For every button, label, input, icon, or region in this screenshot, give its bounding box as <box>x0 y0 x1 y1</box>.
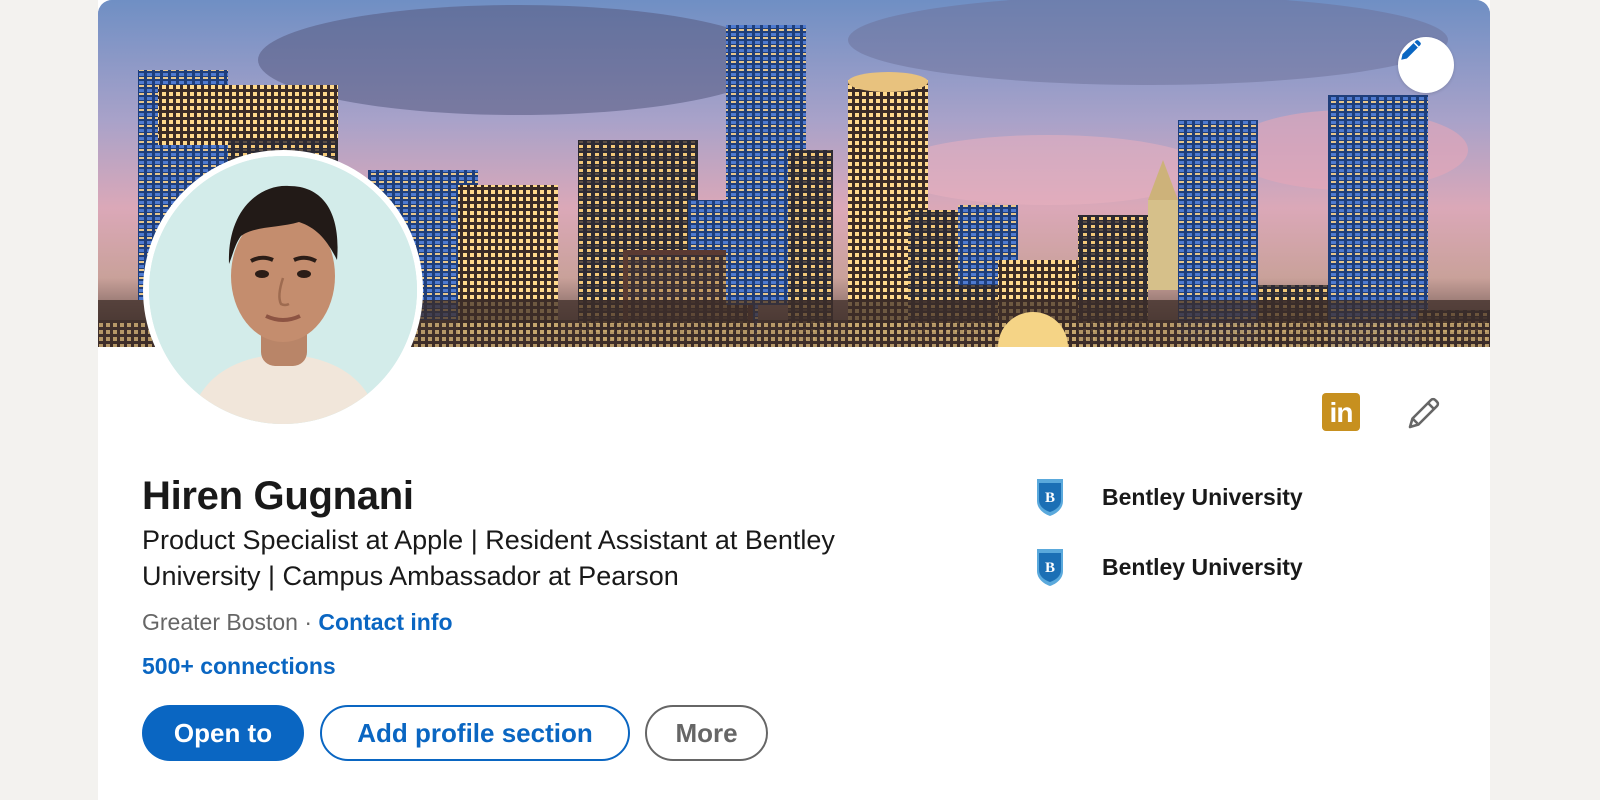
edit-intro-button[interactable] <box>1404 392 1444 432</box>
bentley-shield-icon: B <box>1028 475 1072 519</box>
contact-info-link[interactable]: Contact info <box>318 609 452 635</box>
open-to-button[interactable]: Open to <box>142 705 304 761</box>
separator-dot: · <box>304 609 319 635</box>
more-button[interactable]: More <box>645 705 768 761</box>
linkedin-in-icon: in <box>1329 397 1354 428</box>
linkedin-badge-button[interactable]: in <box>1322 393 1360 431</box>
education-item[interactable]: B Bentley University <box>1028 545 1303 589</box>
edit-cover-button[interactable] <box>1398 37 1454 93</box>
profile-name: Hiren Gugnani <box>142 474 414 518</box>
avatar-image <box>149 156 417 424</box>
pencil-icon <box>1408 397 1440 429</box>
svg-text:B: B <box>1045 560 1055 576</box>
svg-text:B: B <box>1045 490 1055 506</box>
connections-link[interactable]: 500+ connections <box>142 650 336 682</box>
add-profile-section-button[interactable]: Add profile section <box>320 705 630 761</box>
profile-headline: Product Specialist at Apple | Resident A… <box>142 525 835 591</box>
profile-card: in Hiren Gugnani Product Specialist at A… <box>98 0 1490 800</box>
location-text: Greater Boston <box>142 609 298 635</box>
education-item[interactable]: B Bentley University <box>1028 475 1303 519</box>
pencil-icon <box>1401 40 1421 60</box>
education-name: Bentley University <box>1102 553 1303 580</box>
bentley-shield-icon: B <box>1028 545 1072 589</box>
profile-photo[interactable] <box>143 150 423 430</box>
location-row: Greater Boston · Contact info <box>142 606 453 638</box>
education-name: Bentley University <box>1102 483 1303 510</box>
